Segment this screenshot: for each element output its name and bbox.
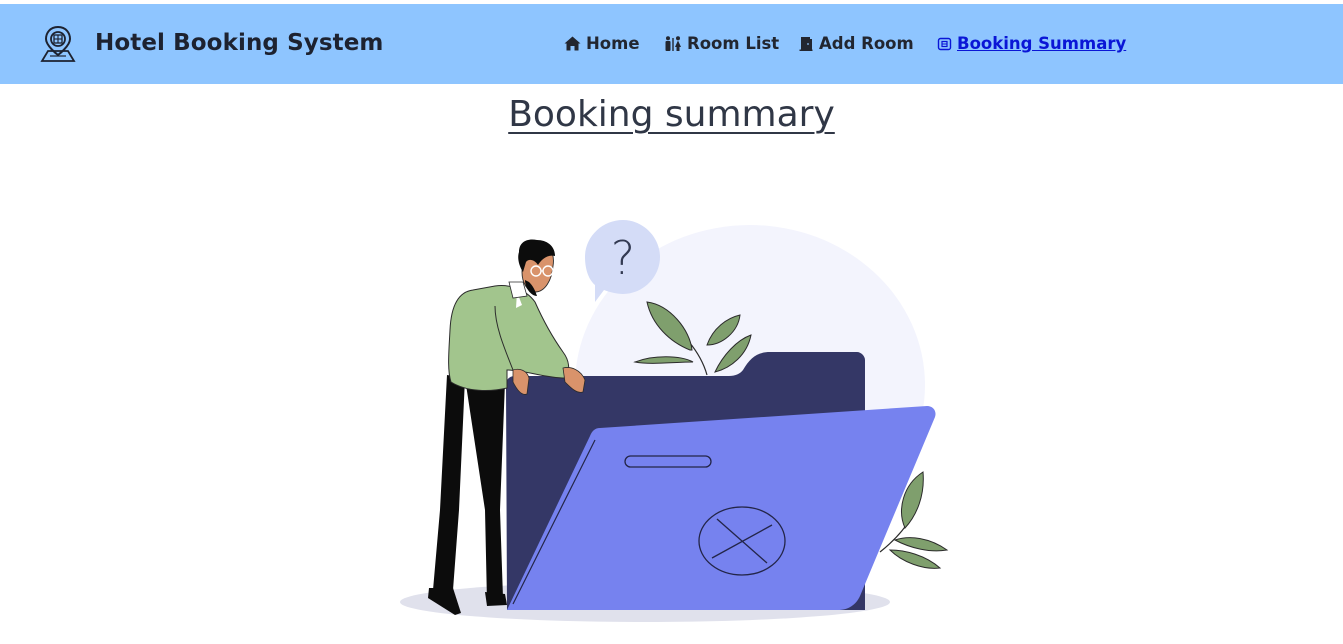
nav-add-room[interactable]: Add Room <box>799 34 914 53</box>
page-title: Booking summary <box>508 94 835 135</box>
brand-title[interactable]: Hotel Booking System <box>95 30 384 56</box>
empty-folder-illustration: ? <box>395 210 960 630</box>
nav-room-list[interactable]: Room List <box>664 34 779 53</box>
nav-home-label: Home <box>586 34 640 53</box>
home-icon <box>564 36 581 51</box>
navbar: Hotel Booking System Home Room List Add … <box>0 4 1343 84</box>
ticket-icon <box>937 36 952 51</box>
nav-room-list-label: Room List <box>687 34 780 53</box>
svg-text:?: ? <box>611 231 635 285</box>
hotel-map-pin-icon[interactable] <box>38 24 78 64</box>
people-icon <box>664 36 682 51</box>
nav-booking-summary[interactable]: Booking Summary <box>937 34 1126 53</box>
nav-add-room-label: Add Room <box>819 34 914 53</box>
nav-booking-summary-label: Booking Summary <box>957 34 1127 53</box>
door-icon <box>799 36 814 51</box>
nav-home[interactable]: Home <box>564 34 640 53</box>
